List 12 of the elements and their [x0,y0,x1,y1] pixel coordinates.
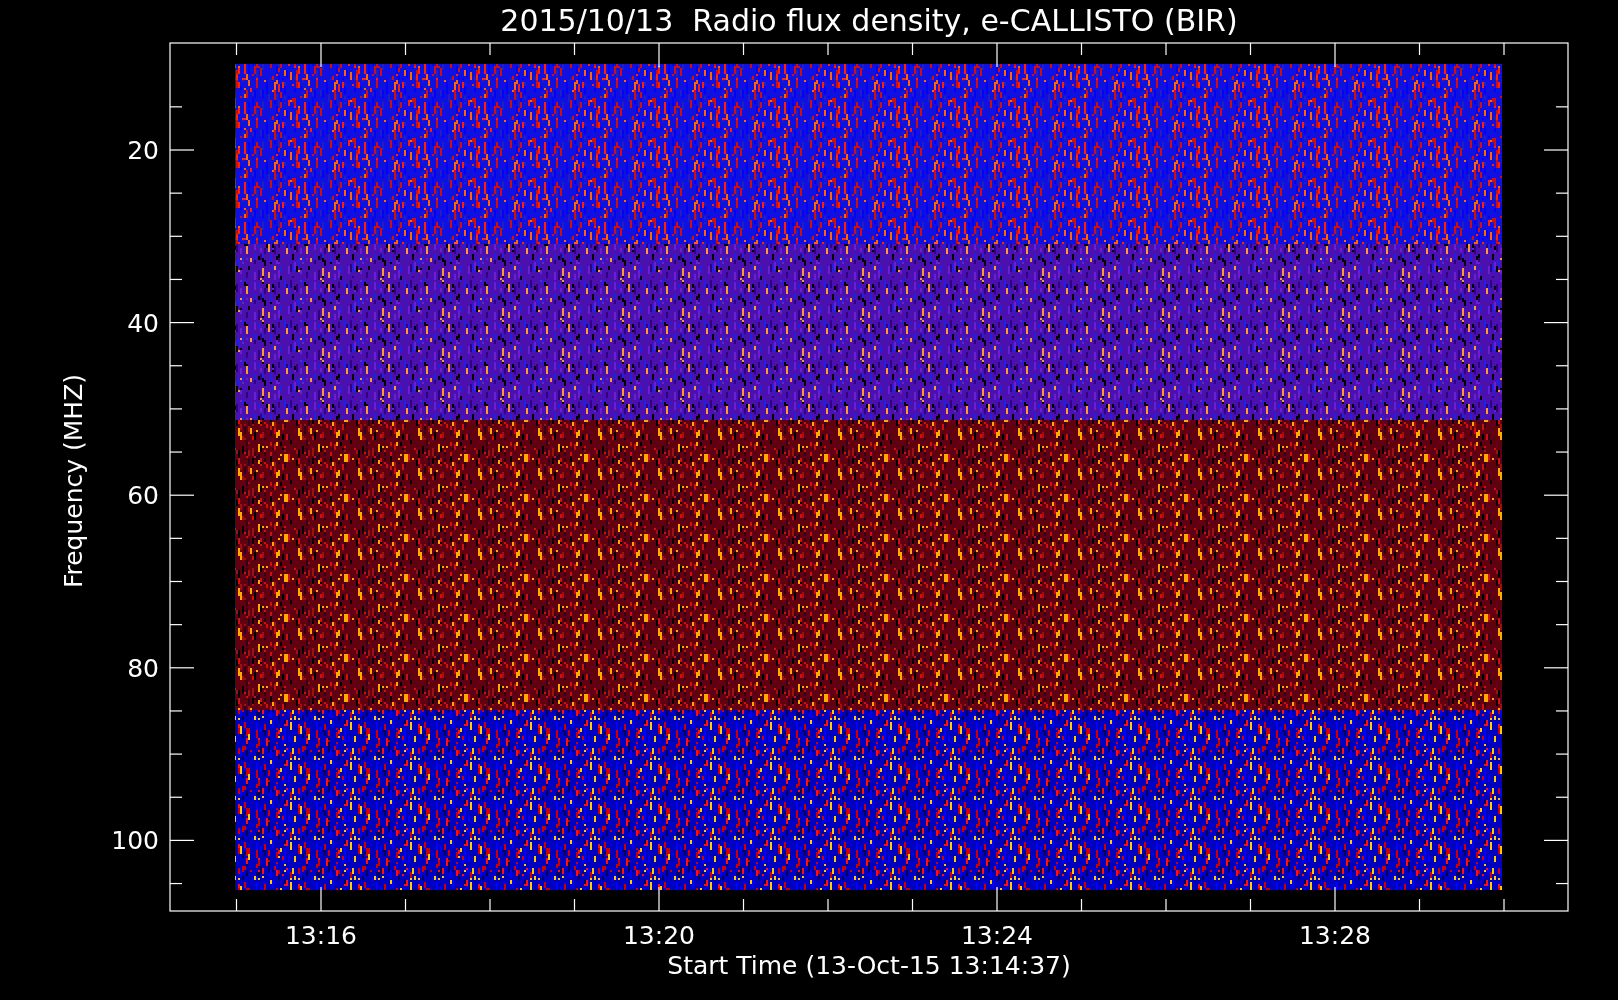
x-axis-label: Start Time (13-Oct-15 13:14:37) [667,951,1071,980]
x-tick-label: 13:20 [623,921,695,950]
x-tick-label: 13:28 [1299,921,1371,950]
x-tick-label: 13:16 [285,921,357,950]
y-tick-label: 40 [127,308,159,338]
x-tick-label: 13:24 [961,921,1033,950]
y-tick-label: 100 [111,826,159,856]
y-tick-label: 60 [127,481,159,511]
y-tick-label: 80 [127,653,159,683]
y-axis-label: Frequency (MHZ) [59,373,88,589]
y-tick-label: 20 [127,136,159,165]
chart-title: 2015/10/13 Radio flux density, e-CALLISTO (BIR) [500,3,1238,38]
